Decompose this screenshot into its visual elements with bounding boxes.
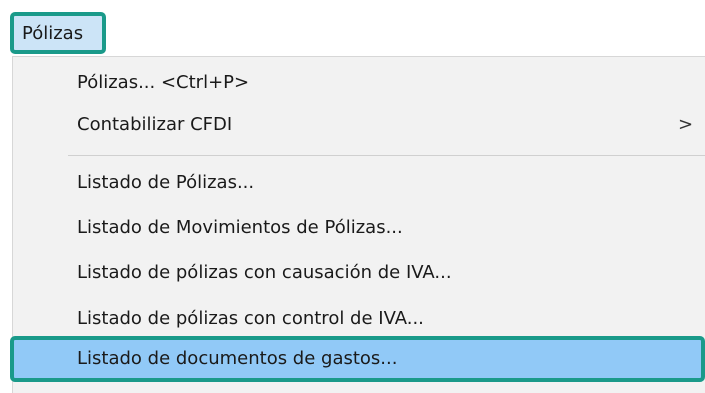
menu-separator (68, 155, 705, 156)
menu-item-contabilizar-cfdi[interactable]: Contabilizar CFDI (77, 115, 232, 135)
menu-item-causacion-iva[interactable]: Listado de pólizas con causación de IVA.… (77, 263, 452, 283)
menubar-item-label: Pólizas (22, 23, 84, 44)
menu-item-documentos-gastos[interactable]: Listado de documentos de gastos... (77, 349, 397, 369)
menu-item-polizas[interactable]: Pólizas... <Ctrl+P> (77, 73, 249, 93)
menubar-item-polizas[interactable]: Pólizas (10, 12, 106, 54)
menu-item-listado-polizas[interactable]: Listado de Pólizas... (77, 173, 254, 193)
menu-item-control-iva[interactable]: Listado de pólizas con control de IVA... (77, 309, 424, 329)
chevron-right-icon: > (678, 114, 694, 135)
menu-item-listado-movimientos[interactable]: Listado de Movimientos de Pólizas... (77, 218, 403, 238)
